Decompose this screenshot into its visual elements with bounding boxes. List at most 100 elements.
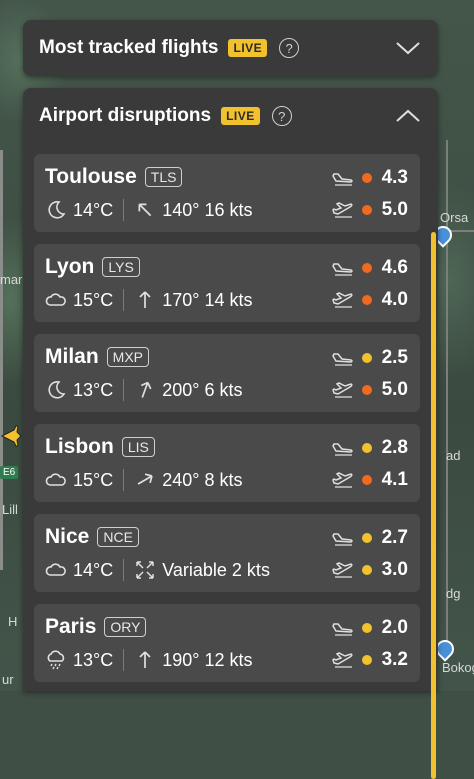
departure-plane-icon [332,202,353,218]
departures-index: 3.0 [332,558,408,582]
wind: 140° 16 kts [162,199,253,220]
arrivals-value: 2.0 [381,617,408,638]
weather-row: 13°C 200° 6 kts [45,378,242,402]
moon-icon [45,199,67,221]
airport-card[interactable]: Milan MXP 13°C 200° 6 kts 2.5 5.0 [34,334,420,412]
airport-code-badge: ORY [104,617,147,637]
airport-card[interactable]: Paris ORY 13°C 190° 12 kts 2.0 3.2 [34,604,420,682]
map-label: ur [2,672,14,687]
cloud-icon [45,289,67,311]
arrivals-index: 2.5 [332,346,408,370]
departure-plane-icon [332,652,353,668]
live-badge: LIVE [228,39,268,57]
departure-plane-icon [332,292,353,308]
aircraft-marker-icon[interactable] [0,424,22,448]
severity-dot [362,443,372,453]
airport-city: Nice [45,525,90,548]
divider [123,559,125,581]
road-shield-e6: E6 [0,466,19,479]
map-label: Orsa [440,210,469,225]
airport-city: Toulouse [45,165,137,188]
weather-row: 14°C 140° 16 kts [45,198,252,222]
airport-code-badge: TLS [144,167,183,187]
severity-dot [362,533,372,543]
help-icon[interactable]: ? [279,38,300,58]
map-label: ad [446,448,461,463]
temperature: 15°C [73,289,114,310]
departures-value: 3.0 [381,559,408,580]
panel-title: Airport disruptions [39,105,212,126]
wind: Variable 2 kts [162,559,270,580]
map-label: Bokoga [442,660,474,675]
wind-direction-icon [134,469,156,491]
airport-code-badge: LYS [102,257,140,277]
weather-row: 15°C 240° 8 kts [45,468,242,492]
map-label: mar [0,272,23,287]
wind-direction-icon [134,649,156,671]
temperature: 13°C [73,649,114,670]
airport-card[interactable]: Lisbon LIS 15°C 240° 8 kts 2.8 4.1 [34,424,420,502]
map-label: Lill [2,502,18,517]
arrivals-value: 4.6 [381,257,408,278]
severity-dot [362,623,372,633]
map-label: dg [446,586,461,601]
airport-card[interactable]: Nice NCE 14°C Variable 2 kts 2.7 3.0 [34,514,420,592]
arrivals-value: 2.5 [381,347,408,368]
severity-dot [362,353,372,363]
cloud-icon [45,559,67,581]
arrival-plane-icon [332,533,353,546]
arrival-plane-icon [332,443,353,456]
weather-row: 14°C Variable 2 kts [45,558,270,582]
arrivals-index: 4.6 [332,256,408,280]
severity-dot [362,655,372,665]
wind: 170° 14 kts [162,289,253,310]
arrivals-value: 4.3 [381,167,408,188]
live-badge: LIVE [221,107,260,125]
severity-dot [362,205,372,215]
wind: 240° 8 kts [162,469,243,490]
airport-card[interactable]: Toulouse TLS 14°C 140° 16 kts 4.3 5.0 [34,154,420,232]
moon-icon [45,379,67,401]
arrivals-index: 2.0 [332,616,408,640]
airport-code-badge: MXP [106,347,150,367]
rain-cloud-icon [45,649,67,671]
chevron-up-icon[interactable] [394,106,422,126]
departures-index: 5.0 [332,198,408,222]
chevron-down-icon[interactable] [394,38,422,58]
departures-value: 4.0 [381,289,408,310]
temperature: 15°C [73,469,114,490]
severity-dot [362,475,372,485]
arrivals-value: 2.8 [381,437,408,458]
departure-plane-icon [332,562,353,578]
divider [123,379,125,401]
temperature: 14°C [73,199,114,220]
departures-index: 3.2 [332,648,408,672]
wind-direction-icon [134,289,156,311]
departures-index: 4.0 [332,288,408,312]
airport-city: Lisbon [45,435,114,458]
departures-index: 4.1 [332,468,408,492]
departures-value: 5.0 [381,379,408,400]
severity-dot [362,263,372,273]
divider [123,649,125,671]
panel-title: Most tracked flights [39,37,219,58]
help-icon[interactable]: ? [271,106,292,126]
wind-direction-icon [134,199,156,221]
most-tracked-flights-header[interactable]: Most tracked flights LIVE ? [23,20,438,76]
wind-direction-icon [134,379,156,401]
airport-card[interactable]: Lyon LYS 15°C 170° 14 kts 4.6 4.0 [34,244,420,322]
airport-code-badge: NCE [97,527,139,547]
arrivals-index: 2.8 [332,436,408,460]
wind: 200° 6 kts [162,379,243,400]
arrival-plane-icon [332,263,353,276]
airport-code-badge: LIS [121,437,155,457]
departures-value: 4.1 [381,469,408,490]
airport-city: Milan [45,345,99,368]
severity-dot [362,565,372,575]
scrollbar[interactable] [431,232,436,779]
temperature: 14°C [73,559,114,580]
airport-disruptions-header[interactable]: Airport disruptions LIVE ? [23,88,438,144]
arrivals-value: 2.7 [381,527,408,548]
temperature: 13°C [73,379,114,400]
divider [123,469,125,491]
